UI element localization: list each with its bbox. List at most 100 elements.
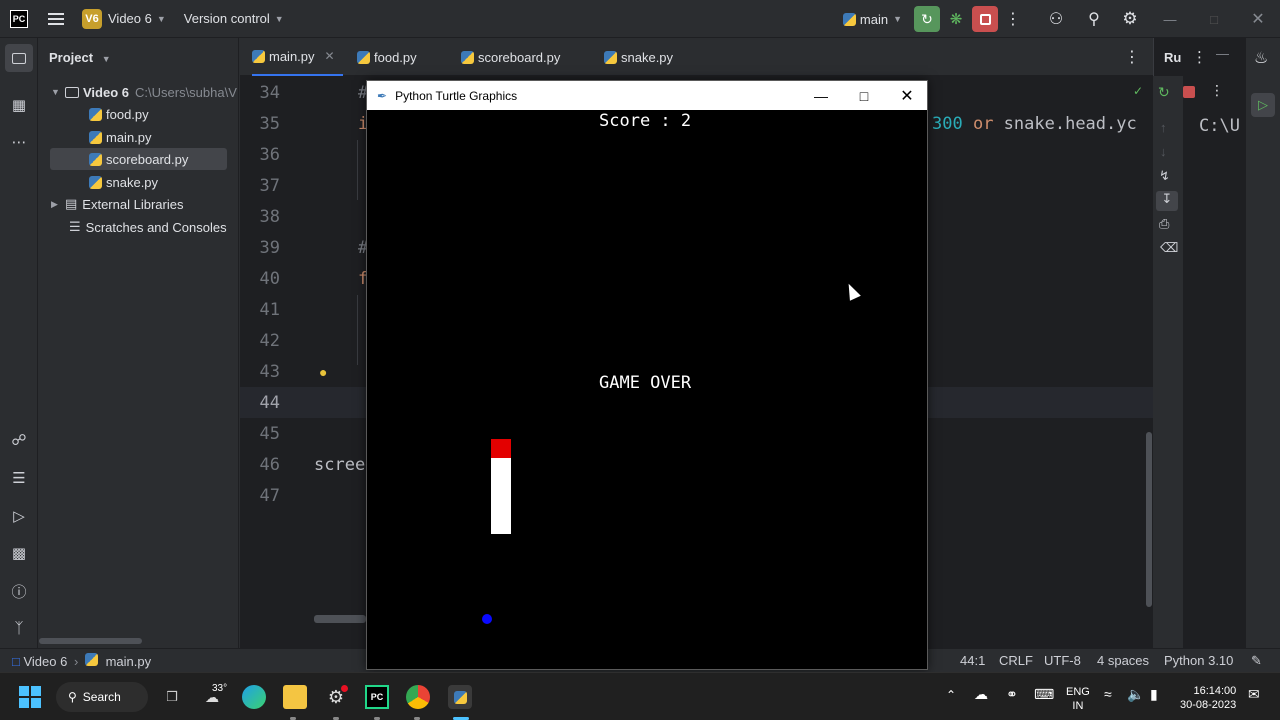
close-tab-icon[interactable]: ✕	[325, 49, 335, 63]
project-badge[interactable]: V6	[82, 8, 102, 29]
add-user-icon[interactable]: ⚇	[1036, 9, 1076, 29]
rerun-icon[interactable]: ↻	[1158, 84, 1170, 101]
file-label: food.py	[106, 106, 149, 122]
windows-start-icon[interactable]	[18, 685, 42, 709]
pycharm-taskbar-icon[interactable]: PC	[365, 685, 389, 709]
settings-gear-icon[interactable]: ⚙	[1112, 9, 1148, 29]
code-line-35-tail: 300 or snake.head.yc	[932, 114, 1137, 134]
file-label: snake.py	[106, 174, 159, 190]
line-separator[interactable]: CRLF	[999, 653, 1033, 668]
run-panel-hide-button[interactable]: —	[1216, 46, 1229, 61]
file-encoding[interactable]: UTF-8	[1044, 653, 1081, 668]
run-config-dropdown[interactable]: main	[860, 12, 888, 27]
git-branch-icon[interactable]: ᛉ	[9, 618, 29, 638]
run-tool-icon[interactable]: ▷	[1251, 93, 1275, 117]
run-more-icon[interactable]: ⋮	[1210, 82, 1224, 99]
battery-icon[interactable]: ▮	[1150, 686, 1158, 703]
tray-overflow-chevron-icon[interactable]: ⌃	[946, 688, 956, 702]
tree-file-scoreboard[interactable]: scoreboard.py	[50, 148, 227, 170]
project-panel-title[interactable]: Project ▼	[49, 50, 111, 65]
pycharm-logo-icon[interactable]: PC	[10, 9, 28, 28]
volume-icon[interactable]: 🔈	[1127, 686, 1144, 703]
snake-head	[491, 439, 511, 458]
line-number: 36	[259, 145, 280, 165]
keyboard-icon[interactable]: ⌨	[1034, 686, 1054, 703]
indent-setting[interactable]: 4 spaces	[1097, 653, 1149, 668]
scroll-down-icon[interactable]: ↓	[1160, 144, 1167, 159]
notifications-bell-icon[interactable]: ♨	[1254, 48, 1268, 68]
caret-position[interactable]: 44:1	[960, 653, 985, 668]
layers-icon[interactable]: ☰	[9, 468, 29, 488]
line-number: 37	[259, 176, 280, 196]
lock-icon[interactable]: ✎	[1251, 653, 1262, 669]
debug-bug-icon[interactable]: ❋	[940, 10, 972, 28]
search-icon: ⚲	[68, 690, 77, 704]
language-indicator[interactable]: ENG IN	[1066, 685, 1090, 713]
turtle-canvas[interactable]: Score : 2 GAME OVER	[369, 111, 925, 667]
wifi-icon[interactable]: ≈	[1104, 686, 1112, 702]
scroll-up-icon[interactable]: ↑	[1160, 120, 1167, 135]
close-window-button[interactable]: ✕	[1236, 9, 1280, 29]
more-tools-icon[interactable]: ⋯	[9, 132, 29, 152]
project-name-dropdown[interactable]: Video 6	[108, 11, 152, 26]
chrome-browser-icon[interactable]	[406, 685, 430, 709]
problems-icon[interactable]: ⓘ	[9, 581, 29, 601]
lightbulb-icon[interactable]: ●	[319, 364, 327, 380]
run-panel-options-icon[interactable]: ⋮	[1192, 48, 1207, 66]
turtle-window-title: Python Turtle Graphics	[395, 88, 518, 103]
python-turtle-taskbar-icon[interactable]	[448, 685, 472, 709]
python-interpreter[interactable]: Python 3.10	[1164, 653, 1233, 668]
breadcrumb[interactable]: □ Video 6 › main.py	[12, 653, 151, 669]
tab-main-py[interactable]: main.py ✕	[252, 38, 343, 76]
tree-file-food[interactable]: food.py	[89, 103, 149, 125]
soft-wrap-icon[interactable]: ↯	[1159, 168, 1170, 184]
stop-run-icon[interactable]	[1183, 86, 1195, 98]
print-icon[interactable]: ⎙	[1159, 216, 1169, 232]
project-folder-icon[interactable]	[5, 44, 33, 72]
project-panel-scrollbar[interactable]	[39, 638, 142, 644]
services-run-icon[interactable]: ▷	[9, 506, 29, 526]
tab-options-icon[interactable]: ⋮	[1124, 38, 1140, 76]
clear-trash-icon[interactable]: ⌫	[1160, 240, 1178, 256]
onedrive-cloud-icon[interactable]: ☁	[974, 686, 988, 703]
stop-button[interactable]	[972, 6, 998, 32]
microphone-icon[interactable]: ⚭	[1006, 686, 1018, 703]
editor-horizontal-scrollbar[interactable]	[314, 615, 366, 623]
tree-file-snake[interactable]: snake.py	[89, 171, 158, 193]
notification-center-icon[interactable]: ✉	[1248, 686, 1260, 703]
python-packages-icon[interactable]: ☍	[9, 430, 29, 450]
taskbar-search[interactable]: ⚲ Search	[56, 682, 148, 712]
edge-browser-icon[interactable]	[242, 685, 266, 709]
structure-icon[interactable]: ▦	[9, 95, 29, 115]
tree-root-folder[interactable]: ▼ Video 6 C:\Users\subha\V	[51, 81, 237, 103]
version-control-dropdown[interactable]: Version control	[184, 11, 270, 26]
indent-guide	[357, 295, 358, 365]
terminal-icon[interactable]: ▩	[9, 543, 29, 563]
line-number: 39	[259, 238, 280, 258]
minimize-window-button[interactable]: —	[1148, 12, 1192, 27]
tab-food-py[interactable]: food.py	[357, 38, 417, 76]
turtle-window-titlebar[interactable]: ✒ Python Turtle Graphics — □ ✕	[367, 81, 927, 110]
tab-snake-py[interactable]: snake.py	[604, 38, 673, 76]
more-actions-icon[interactable]: ⋮	[998, 9, 1028, 29]
search-icon[interactable]: ⚲	[1076, 9, 1112, 29]
tree-file-main[interactable]: main.py	[89, 126, 152, 148]
file-explorer-icon[interactable]	[283, 685, 307, 709]
turtle-maximize-button[interactable]: □	[842, 81, 886, 110]
tab-scoreboard-py[interactable]: scoreboard.py	[461, 38, 560, 76]
scroll-to-end-icon[interactable]: ↧	[1156, 191, 1178, 211]
tree-scratches[interactable]: ☰ Scratches and Consoles	[69, 216, 227, 238]
task-view-icon[interactable]: ❒	[160, 685, 184, 709]
maximize-window-button[interactable]: □	[1192, 12, 1236, 27]
clock[interactable]: 16:14:00 30-08-2023	[1180, 684, 1236, 712]
run-panel-scrollbar[interactable]	[1146, 432, 1152, 607]
main-menu-icon[interactable]	[48, 12, 64, 25]
rerun-button[interactable]: ↻	[914, 6, 940, 32]
tab-label: snake.py	[621, 49, 674, 65]
tree-external-libraries[interactable]: ▶ ▤ External Libraries	[51, 193, 183, 215]
turtle-minimize-button[interactable]: —	[799, 81, 843, 110]
inspection-ok-icon[interactable]: ✓	[1133, 84, 1143, 98]
root-folder-name: Video 6	[83, 84, 130, 100]
turtle-close-button[interactable]: ✕	[885, 81, 929, 110]
tab-label: main.py	[269, 48, 315, 64]
